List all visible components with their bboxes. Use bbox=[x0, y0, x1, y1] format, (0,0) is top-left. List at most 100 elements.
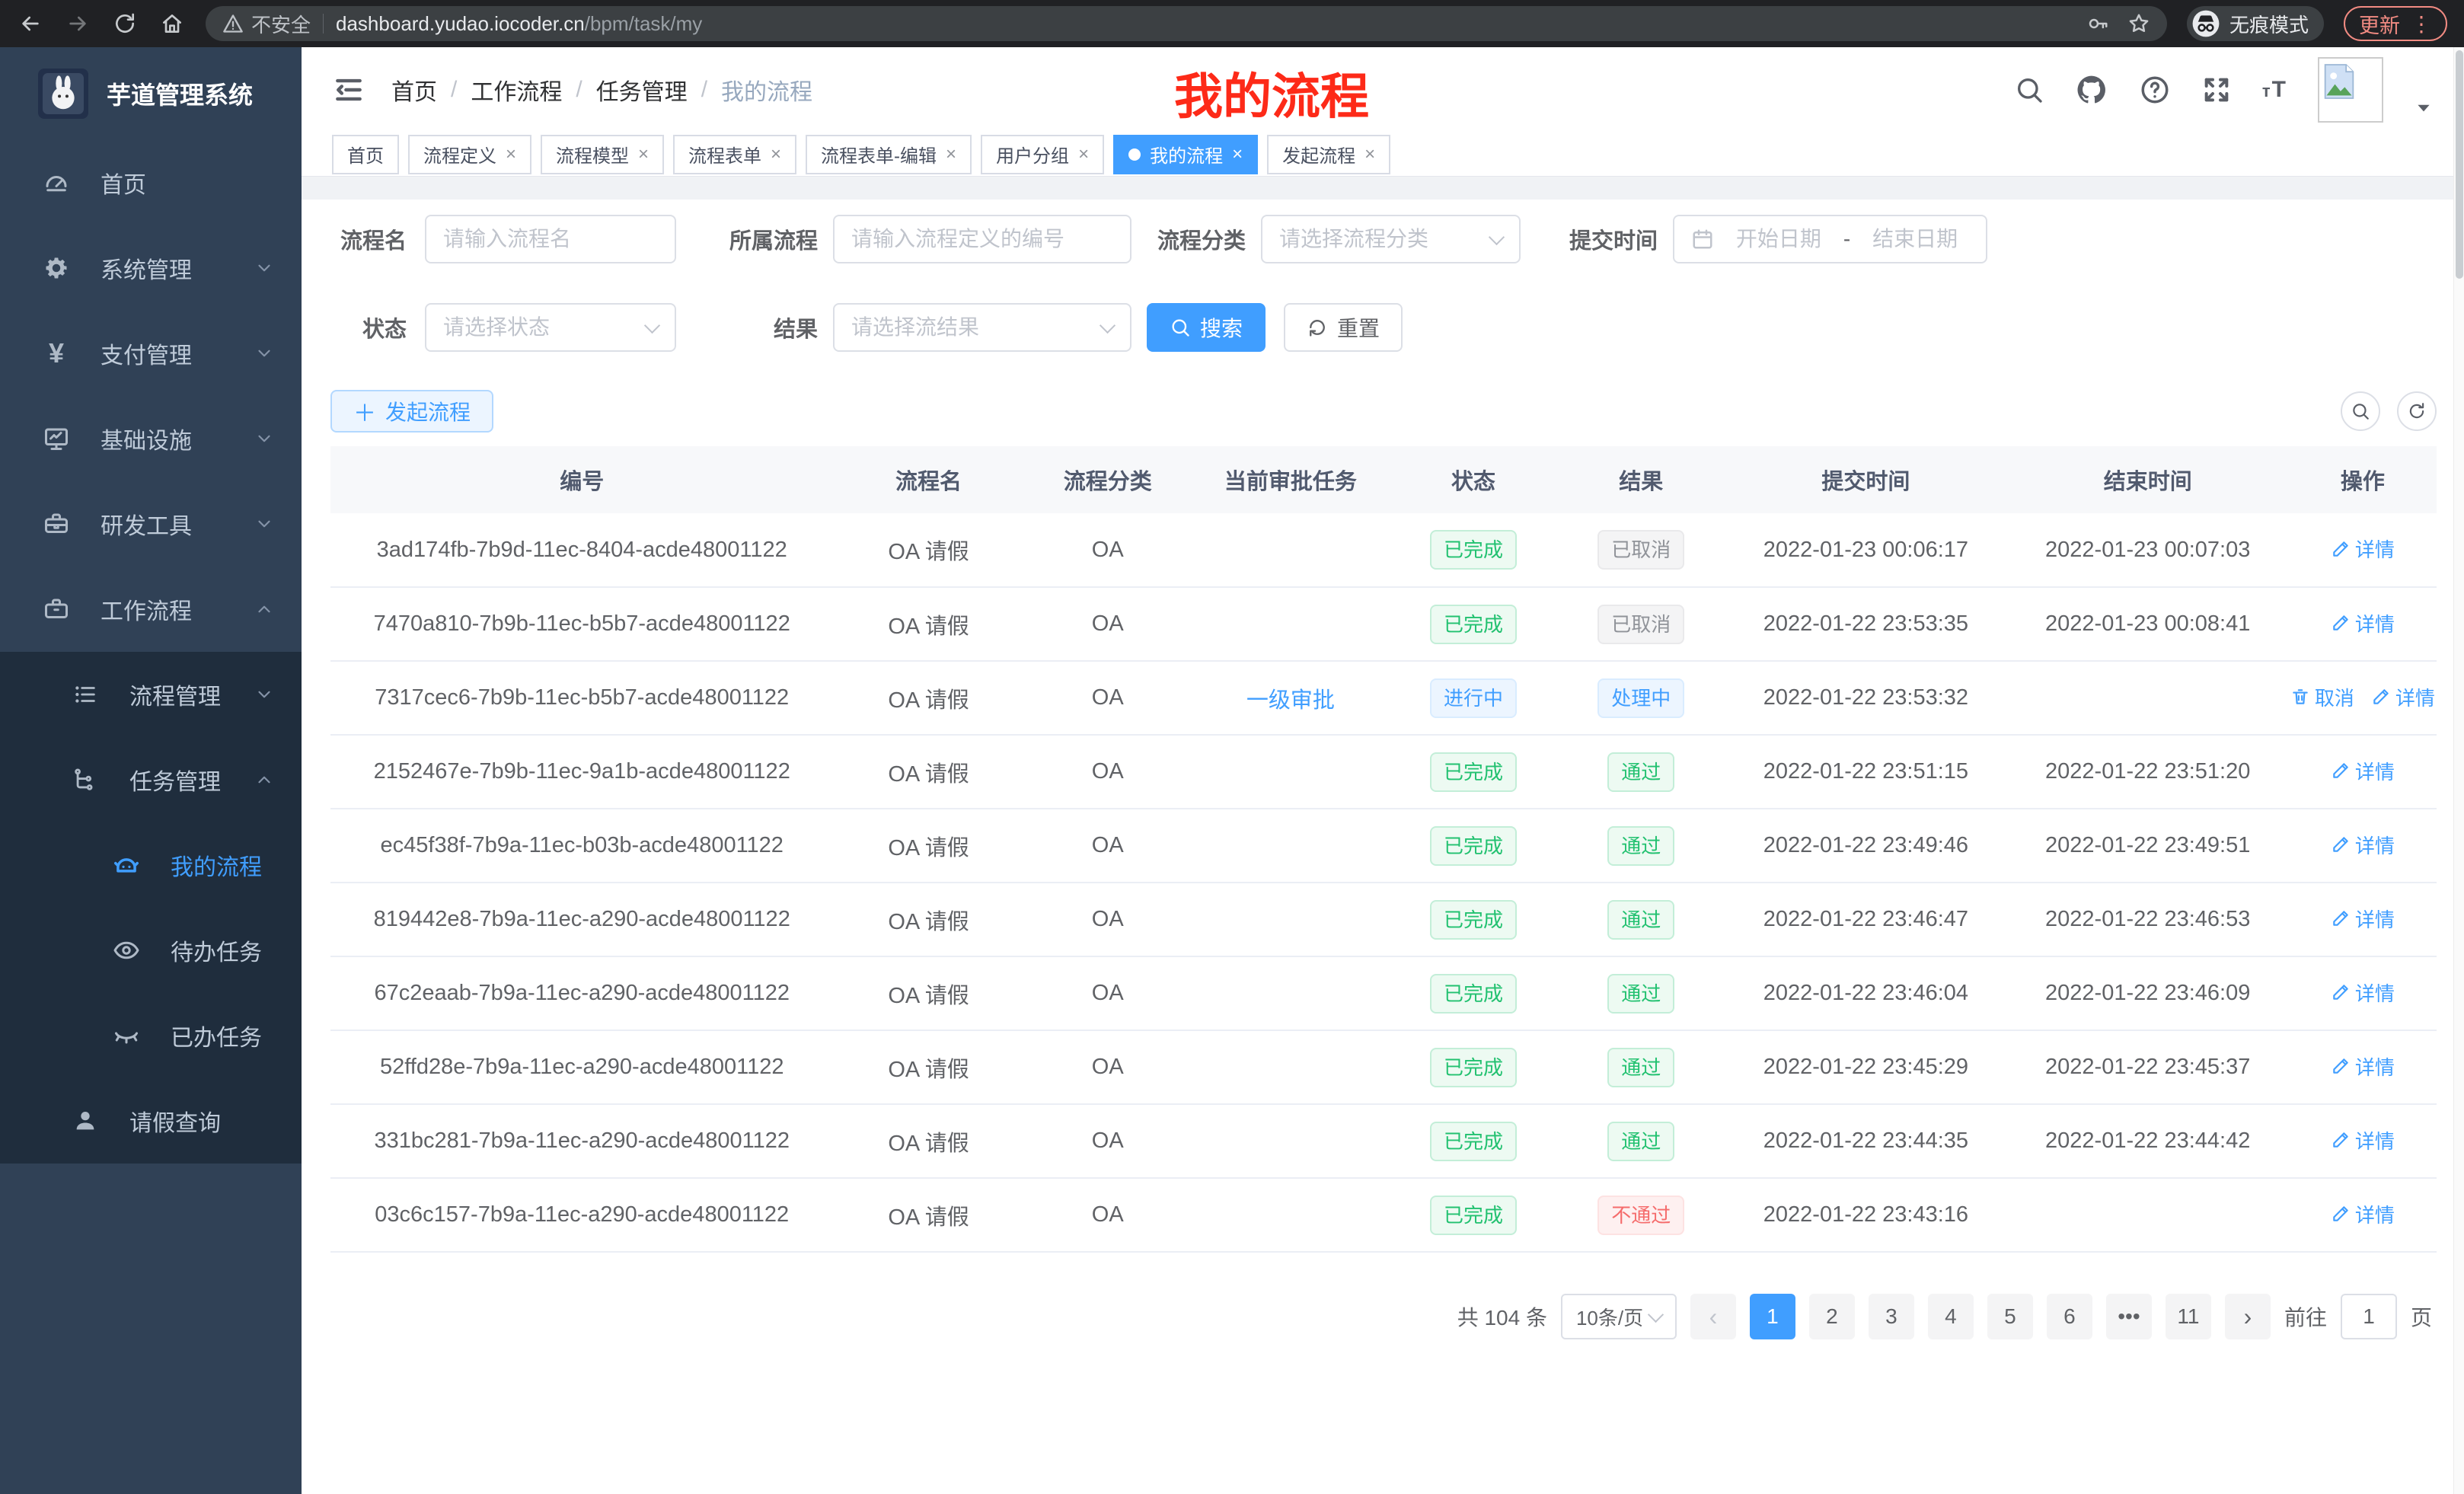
detail-link[interactable]: 详情 bbox=[2371, 683, 2435, 711]
next-page-button[interactable]: › bbox=[2225, 1294, 2271, 1339]
cell-end-time: 2022-01-22 23:46:09 bbox=[2007, 956, 2289, 1030]
page-button-1[interactable]: 1 bbox=[1750, 1294, 1795, 1339]
cell-category: OA bbox=[1024, 956, 1192, 1030]
page-button-4[interactable]: 4 bbox=[1928, 1294, 1974, 1339]
detail-link[interactable]: 详情 bbox=[2331, 757, 2395, 785]
forward-icon[interactable] bbox=[64, 10, 91, 37]
page-button-11[interactable]: 11 bbox=[2166, 1294, 2211, 1339]
sidebar-collapse-icon[interactable] bbox=[332, 73, 365, 107]
detail-link[interactable]: 详情 bbox=[2331, 905, 2395, 933]
tab-流程模型[interactable]: 流程模型 × bbox=[541, 135, 664, 174]
breadcrumb-home[interactable]: 首页 bbox=[391, 73, 437, 107]
calendar-icon bbox=[1691, 228, 1714, 251]
detail-link[interactable]: 详情 bbox=[2331, 1052, 2395, 1081]
tab-用户分组[interactable]: 用户分组 × bbox=[981, 135, 1104, 174]
cell-current-task bbox=[1192, 956, 1390, 1030]
sidebar-item-process-mgmt[interactable]: 流程管理 bbox=[0, 652, 302, 737]
tab-首页[interactable]: 首页 bbox=[332, 135, 399, 174]
sidebar-item-system[interactable]: 系统管理 bbox=[0, 225, 302, 311]
content-scrollbar[interactable] bbox=[2453, 47, 2464, 1494]
sidebar-item-done-tasks[interactable]: 已办任务 bbox=[0, 993, 302, 1078]
refresh-button[interactable] bbox=[2397, 391, 2437, 431]
detail-link[interactable]: 详情 bbox=[2331, 1200, 2395, 1228]
search-icon[interactable] bbox=[2014, 75, 2044, 105]
cancel-link[interactable]: 取消 bbox=[2290, 683, 2354, 711]
sidebar-item-leave-query[interactable]: 请假查询 bbox=[0, 1078, 302, 1164]
sidebar-item-dev-tools[interactable]: 研发工具 bbox=[0, 481, 302, 567]
back-icon[interactable] bbox=[17, 10, 44, 37]
detail-link[interactable]: 详情 bbox=[2331, 1126, 2395, 1154]
fullscreen-icon[interactable] bbox=[2201, 75, 2232, 105]
browser-menu-icon[interactable]: ⋮ bbox=[2411, 11, 2432, 37]
process-definition-input[interactable] bbox=[833, 215, 1131, 263]
sidebar-item-home[interactable]: 首页 bbox=[0, 140, 302, 225]
sidebar-item-payment[interactable]: ¥ 支付管理 bbox=[0, 311, 302, 396]
avatar-caret-icon[interactable] bbox=[2414, 97, 2434, 117]
cell-actions: 详情 bbox=[2289, 587, 2437, 661]
cell-submit-time: 2022-01-22 23:49:46 bbox=[1725, 809, 2006, 883]
breadcrumb-task-mgmt[interactable]: 任务管理 bbox=[596, 73, 688, 107]
security-warning-icon[interactable]: 不安全 bbox=[222, 10, 311, 38]
sidebar-item-task-mgmt[interactable]: 任务管理 bbox=[0, 737, 302, 822]
search-button[interactable]: 搜索 bbox=[1147, 303, 1266, 352]
page-ellipsis[interactable]: ••• bbox=[2106, 1294, 2152, 1339]
tab-close-icon[interactable]: × bbox=[1232, 144, 1243, 165]
page-button-2[interactable]: 2 bbox=[1809, 1294, 1855, 1339]
reset-button[interactable]: 重置 bbox=[1284, 303, 1403, 352]
eye-icon bbox=[111, 937, 142, 964]
update-button[interactable]: 更新 ⋮ bbox=[2344, 6, 2447, 41]
reload-icon[interactable] bbox=[111, 10, 139, 37]
status-select[interactable] bbox=[425, 303, 676, 352]
sidebar-item-label: 支付管理 bbox=[101, 337, 192, 370]
page-button-3[interactable]: 3 bbox=[1869, 1294, 1914, 1339]
detail-link[interactable]: 详情 bbox=[2331, 831, 2395, 859]
home-icon[interactable] bbox=[158, 10, 186, 37]
tab-流程定义[interactable]: 流程定义 × bbox=[408, 135, 531, 174]
tab-流程表单[interactable]: 流程表单 × bbox=[673, 135, 796, 174]
address-bar[interactable]: 不安全 dashboard.yudao.iocoder.cn/bpm/task/… bbox=[206, 6, 2167, 41]
tab-close-icon[interactable]: × bbox=[1364, 144, 1375, 165]
tab-我的流程[interactable]: 我的流程 × bbox=[1113, 135, 1258, 174]
detail-link[interactable]: 详情 bbox=[2331, 978, 2395, 1007]
cell-process-name: OA 请假 bbox=[833, 587, 1023, 661]
tab-close-icon[interactable]: × bbox=[946, 144, 956, 165]
tab-close-icon[interactable]: × bbox=[1078, 144, 1089, 165]
tab-流程表单-编辑[interactable]: 流程表单-编辑 × bbox=[806, 135, 972, 174]
page-button-6[interactable]: 6 bbox=[2047, 1294, 2092, 1339]
sidebar-item-workflow[interactable]: 工作流程 bbox=[0, 567, 302, 652]
breadcrumb-workflow[interactable]: 工作流程 bbox=[471, 73, 562, 107]
tab-close-icon[interactable]: × bbox=[638, 144, 649, 165]
scrollbar-thumb[interactable] bbox=[2456, 50, 2463, 279]
help-icon[interactable] bbox=[2139, 74, 2171, 106]
table-body: 3ad174fb-7b9d-11ec-8404-acde48001122 OA … bbox=[330, 513, 2437, 1252]
sidebar-item-todo-tasks[interactable]: 待办任务 bbox=[0, 908, 302, 993]
detail-link[interactable]: 详情 bbox=[2331, 535, 2395, 563]
cell-current-task bbox=[1192, 1030, 1390, 1104]
sidebar-item-label: 任务管理 bbox=[129, 763, 221, 796]
prev-page-button[interactable]: ‹ bbox=[1690, 1294, 1736, 1339]
process-name-input[interactable] bbox=[425, 215, 676, 263]
goto-suffix: 页 bbox=[2411, 1301, 2432, 1332]
font-size-icon[interactable]: тT bbox=[2262, 77, 2287, 103]
page-size-select[interactable]: 10条/页 bbox=[1561, 1294, 1677, 1339]
tab-close-icon[interactable]: × bbox=[506, 144, 516, 165]
detail-link[interactable]: 详情 bbox=[2331, 609, 2395, 637]
github-icon[interactable] bbox=[2075, 73, 2108, 107]
key-icon[interactable] bbox=[2086, 12, 2109, 35]
result-select[interactable] bbox=[833, 303, 1131, 352]
create-process-button[interactable]: ＋ 发起流程 bbox=[330, 390, 493, 433]
tab-close-icon[interactable]: × bbox=[771, 144, 781, 165]
sidebar-item-infrastructure[interactable]: 基础设施 bbox=[0, 396, 302, 481]
my-process-page: 流程名 所属流程 流程分类 提交时间 - bbox=[302, 200, 2464, 1494]
category-select[interactable] bbox=[1261, 215, 1521, 263]
avatar[interactable] bbox=[2318, 57, 2383, 123]
goto-page-input[interactable] bbox=[2341, 1294, 2397, 1339]
bookmark-star-icon[interactable] bbox=[2127, 12, 2150, 35]
sidebar-item-my-process[interactable]: 我的流程 bbox=[0, 822, 302, 908]
page-button-5[interactable]: 5 bbox=[1987, 1294, 2033, 1339]
current-task-link[interactable]: 一级审批 bbox=[1246, 688, 1335, 713]
tab-发起流程[interactable]: 发起流程 × bbox=[1267, 135, 1390, 174]
column-header: 提交时间 bbox=[1725, 446, 2006, 513]
submit-time-range-picker[interactable]: - bbox=[1673, 215, 1987, 263]
show-search-button[interactable] bbox=[2341, 391, 2380, 431]
